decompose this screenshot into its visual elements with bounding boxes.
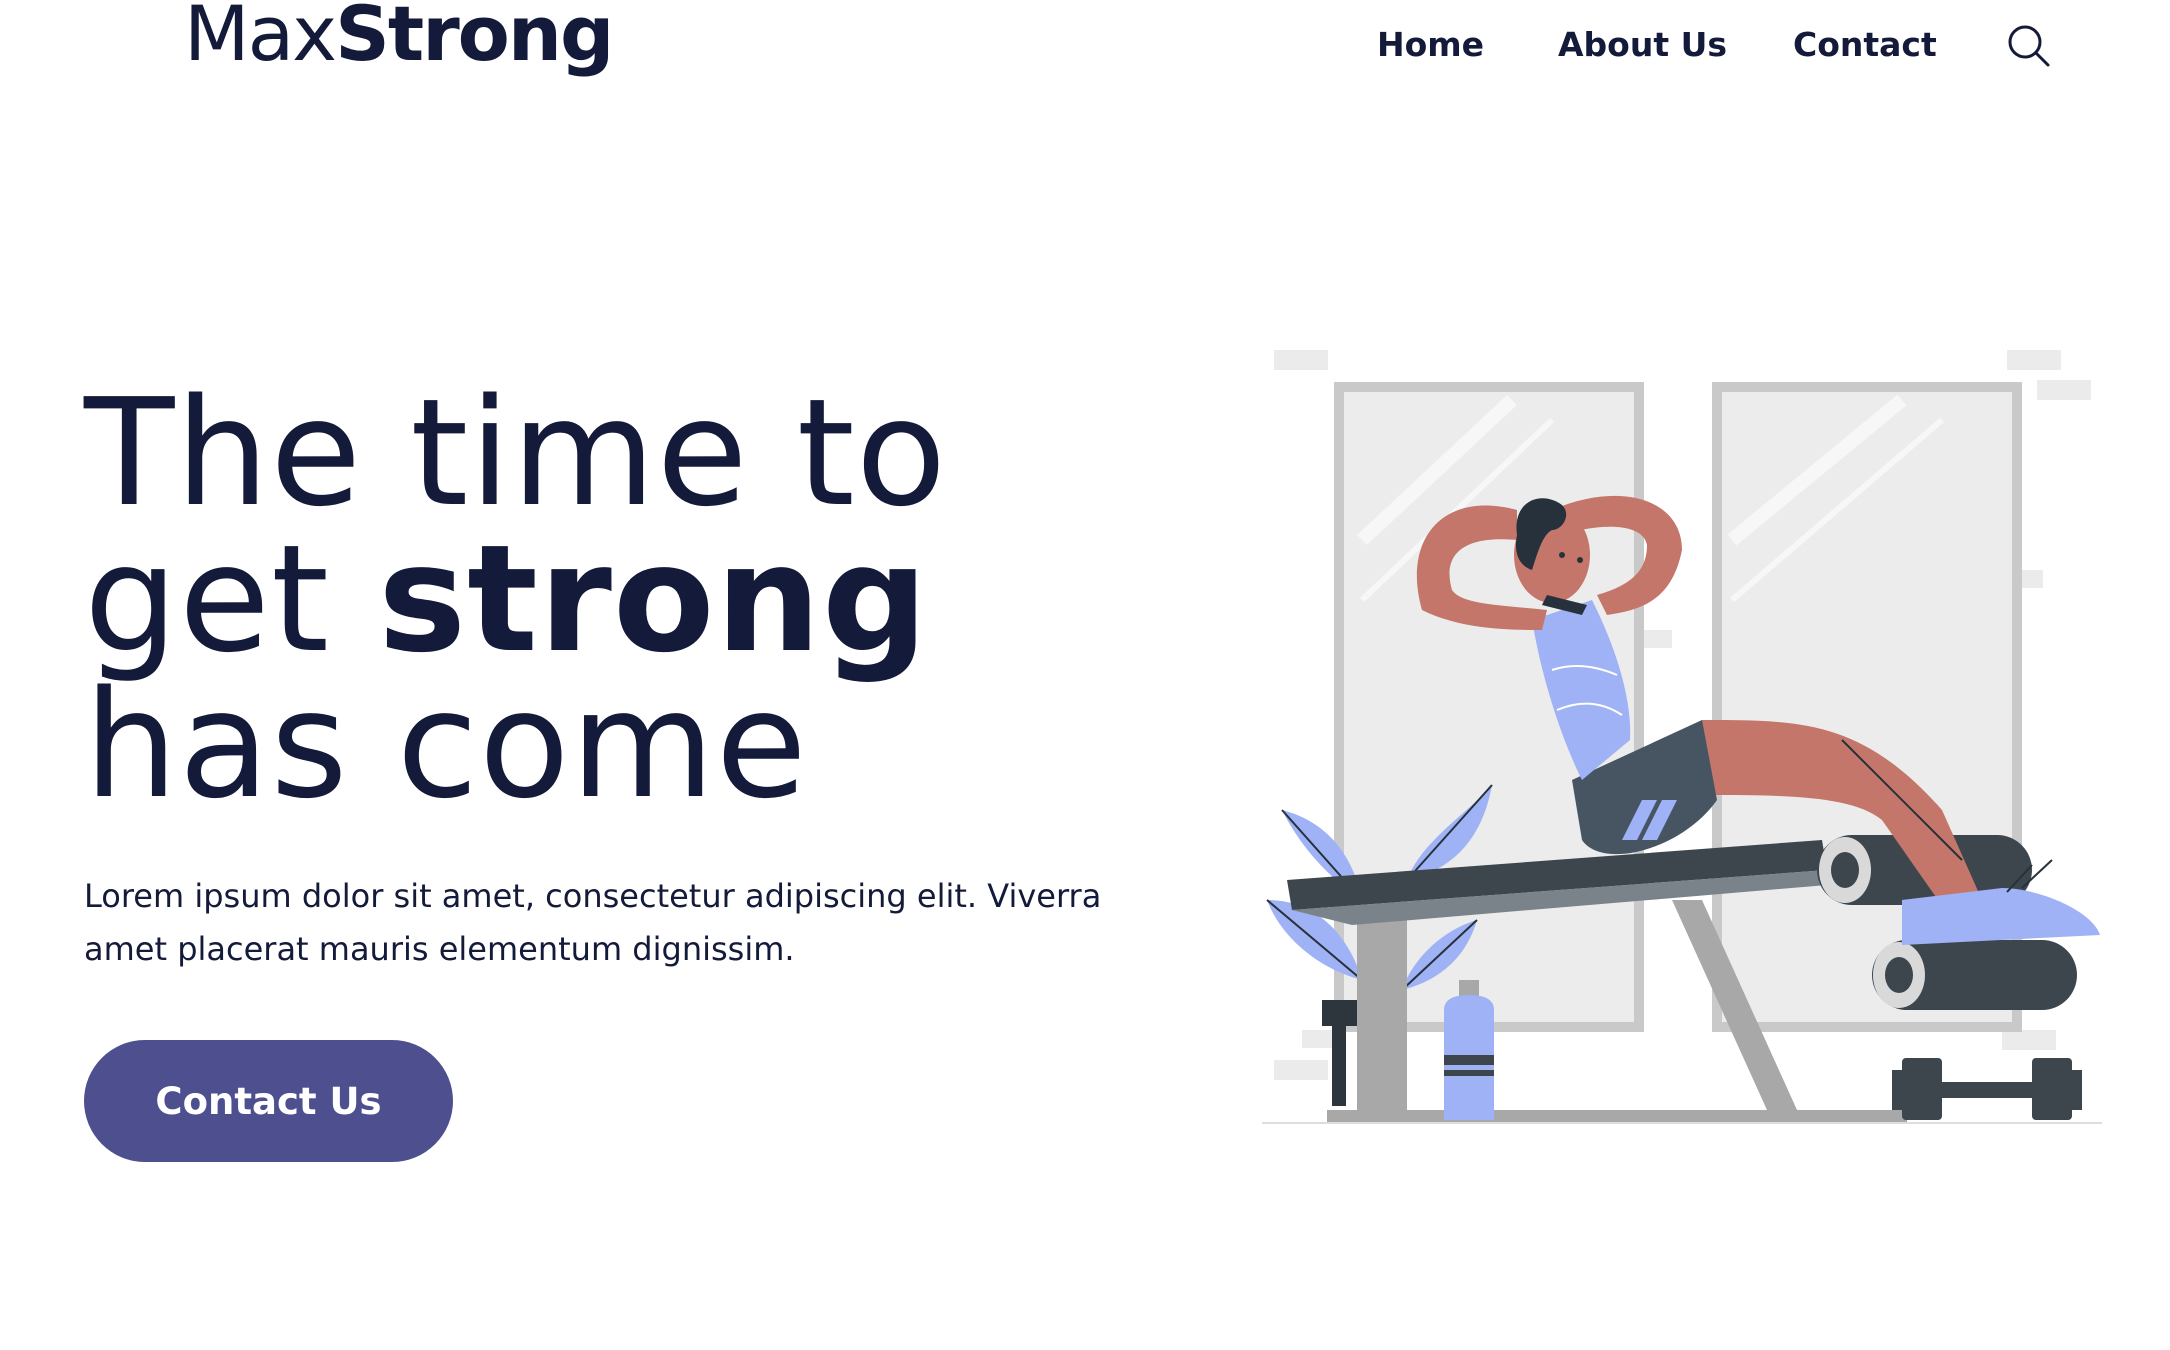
hero-description: Lorem ipsum dolor sit amet, consectetur …	[84, 877, 1102, 968]
water-bottle	[1444, 980, 1494, 1120]
wall-tile	[2037, 380, 2091, 400]
search-button[interactable]	[2005, 22, 2053, 70]
wall-tile	[2007, 350, 2061, 370]
nav-contact[interactable]: Contact	[1793, 20, 1937, 70]
wall-tile	[1302, 1030, 1336, 1048]
nav-home[interactable]: Home	[1377, 20, 1484, 70]
logo-light: Max	[184, 0, 337, 78]
logo[interactable]: MaxStrong	[184, 0, 614, 72]
wall-tile	[1274, 1060, 1328, 1080]
contact-us-button[interactable]: Contact Us	[84, 1040, 453, 1162]
hero-title-line3: has come	[84, 659, 808, 831]
wall-tile	[1642, 630, 1672, 648]
hero-title: The time to get strong has come	[84, 379, 947, 819]
logo-bold: Strong	[335, 0, 614, 78]
nav-about-us[interactable]: About Us	[1558, 20, 1727, 70]
dumbbell	[1892, 1058, 2082, 1120]
wall-tile	[2002, 1030, 2056, 1050]
wall-tile	[1274, 350, 1328, 370]
search-icon	[2008, 25, 2050, 67]
workout-illustration	[1262, 350, 2102, 1124]
